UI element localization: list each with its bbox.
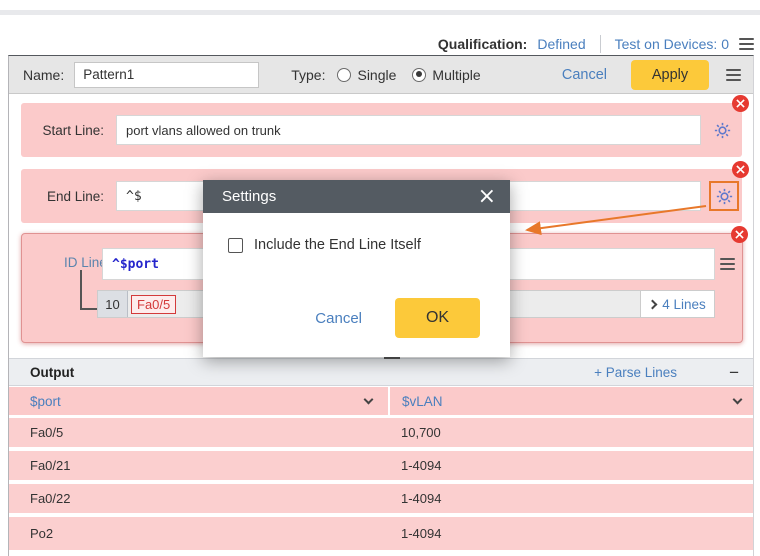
radio-single-label: Single: [357, 66, 397, 83]
start-line-label: Start Line:: [42, 122, 104, 138]
port-column-label: $port: [30, 393, 61, 409]
start-line-input[interactable]: [116, 115, 701, 145]
cancel-button[interactable]: Cancel: [562, 67, 607, 83]
id-line-delete-icon[interactable]: [731, 226, 748, 243]
name-label: Name:: [23, 66, 65, 83]
table-row: Fa0/21 1-4094: [9, 451, 753, 480]
header-menu-icon[interactable]: [726, 68, 741, 81]
settings-modal-body: Include the End Line Itself Cancel OK: [203, 213, 510, 357]
output-table-header: $port $vLAN: [9, 387, 753, 415]
settings-modal-header: Settings ×: [203, 180, 510, 213]
collapse-output-icon[interactable]: −: [729, 364, 739, 381]
qualification-bar: Qualification: Defined Test on Devices: …: [438, 33, 754, 55]
start-line-gear-icon[interactable]: [709, 117, 735, 143]
include-end-line-option[interactable]: Include the End Line Itself: [228, 237, 421, 253]
cell-port: Fa0/22: [30, 491, 71, 506]
start-line-delete-icon[interactable]: [732, 95, 749, 112]
column-header-vlan[interactable]: $vLAN: [390, 387, 753, 415]
close-icon[interactable]: ×: [478, 185, 496, 208]
radio-single-icon[interactable]: [337, 67, 352, 82]
qualification-value-link[interactable]: Defined: [537, 36, 585, 52]
output-section-bar: Output + Parse Lines −: [9, 358, 753, 386]
settings-modal-title: Settings: [222, 188, 277, 205]
cell-port: Po2: [30, 526, 54, 541]
type-label: Type:: [291, 66, 326, 83]
end-line-gear-icon[interactable]: [709, 181, 739, 211]
top-divider-strip: [0, 10, 760, 15]
pattern-name-input[interactable]: [74, 61, 260, 88]
column-header-port[interactable]: $port: [9, 387, 388, 415]
cell-vlan: 1-4094: [401, 458, 442, 473]
vlan-column-label: $vLAN: [402, 393, 443, 409]
cell-vlan: 1-4094: [401, 491, 442, 506]
topbar-menu-icon[interactable]: [739, 38, 754, 50]
chevron-right-icon: [647, 299, 658, 309]
id-line-label: ID Line: [64, 255, 107, 270]
modal-ok-button[interactable]: OK: [395, 298, 480, 338]
start-line-block: Start Line:: [21, 95, 749, 157]
table-row: Po2 1-4094: [9, 517, 753, 550]
cell-port: Fa0/21: [30, 458, 71, 473]
cell-vlan: 10,700: [401, 425, 441, 440]
table-row: Fa0/22 1-4094: [9, 484, 753, 513]
table-row: Fa0/5 10,700: [9, 418, 753, 447]
topbar-separator: [599, 35, 601, 53]
apply-button[interactable]: Apply: [631, 59, 709, 90]
sample-match-token: Fa0/5: [131, 294, 177, 314]
parse-lines-button[interactable]: + Parse Lines: [594, 365, 677, 380]
chevron-down-icon[interactable]: [363, 394, 374, 405]
pattern-header-bar: Name: Type: Single Multiple Cancel Apply: [9, 56, 753, 94]
type-radio-multiple[interactable]: Multiple: [412, 66, 481, 83]
modal-cancel-button[interactable]: Cancel: [315, 310, 362, 327]
type-radio-single[interactable]: Single: [337, 67, 396, 83]
lines-count-label: 4 Lines: [662, 296, 706, 312]
sample-line-number: 10: [98, 291, 128, 317]
settings-modal: Settings × Include the End Line Itself C…: [203, 180, 510, 357]
radio-multiple-icon[interactable]: [412, 67, 427, 82]
test-on-devices-link[interactable]: Test on Devices: 0: [615, 36, 729, 52]
radio-multiple-label: Multiple: [432, 66, 481, 83]
cell-port: Fa0/5: [30, 425, 64, 440]
qualification-label: Qualification:: [437, 36, 528, 52]
expand-lines-link[interactable]: 4 Lines: [640, 291, 714, 317]
cell-vlan: 1-4094: [401, 526, 442, 541]
pattern-editor-page: Qualification: Defined Test on Devices: …: [0, 0, 760, 556]
end-line-label: End Line:: [46, 188, 104, 204]
end-line-delete-icon[interactable]: [732, 161, 749, 178]
output-title: Output: [30, 364, 75, 380]
id-line-menu-icon[interactable]: [720, 258, 735, 270]
include-end-line-checkbox[interactable]: [228, 237, 243, 253]
include-end-line-label: Include the End Line Itself: [254, 237, 421, 253]
chevron-down-icon[interactable]: [732, 394, 743, 405]
